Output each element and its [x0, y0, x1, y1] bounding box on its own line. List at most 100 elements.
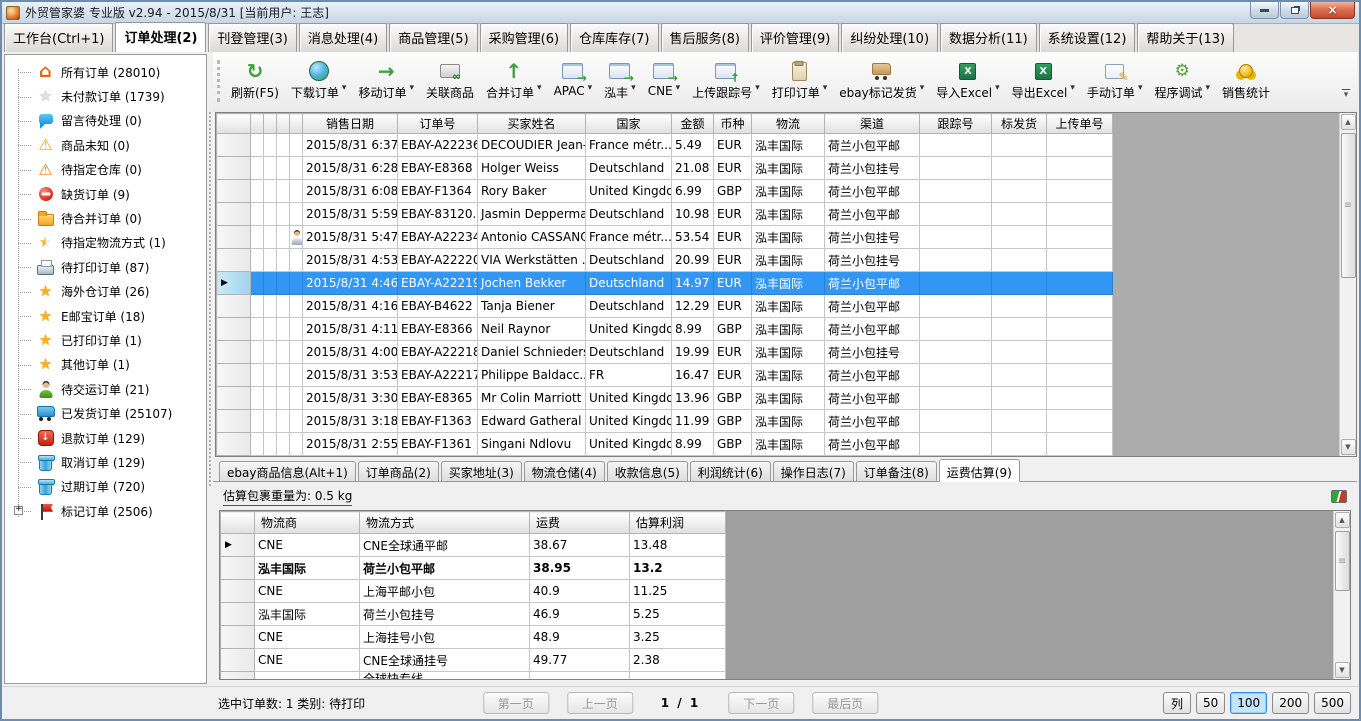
order-row[interactable]: 2015/8/31 6:28 EBAY-E8368 Holger Weiss D…: [217, 157, 1113, 180]
order-row[interactable]: 2015/8/31 6:08 EBAY-F1364 Rory Baker Uni…: [217, 180, 1113, 203]
order-row[interactable]: 2015/8/31 5:47 EBAY-A22234 Antonio CASSA…: [217, 226, 1113, 249]
row-selector-cell[interactable]: [217, 387, 251, 410]
toolbar-overflow-icon[interactable]: [1339, 86, 1353, 102]
page-size-button[interactable]: 100: [1230, 692, 1267, 714]
column-header[interactable]: 物流: [752, 114, 825, 134]
tab-order-processing[interactable]: 订单处理(2): [115, 22, 206, 52]
row-selector-cell[interactable]: [217, 203, 251, 226]
estimate-row[interactable]: CNE 上海平邮小包 40.9 11.25: [221, 580, 726, 603]
sidebar-item-pending-warehouse[interactable]: 待指定仓库 (0): [5, 158, 206, 182]
sidebar-item-printed-orders[interactable]: 已打印订单 (1): [5, 328, 206, 352]
sidebar-item-all-orders[interactable]: 所有订单 (28010): [5, 60, 206, 84]
tab-purchase-management[interactable]: 采购管理(6): [480, 23, 568, 52]
export-excel-button[interactable]: 导出Excel: [1006, 57, 1081, 103]
tab-workbench[interactable]: 工作台(Ctrl+1): [4, 23, 113, 52]
prev-page-button[interactable]: 上一页: [567, 692, 633, 714]
dropdown-arrow-icon[interactable]: [676, 84, 681, 93]
dropdown-arrow-icon[interactable]: [1070, 84, 1075, 93]
column-header[interactable]: 币种: [714, 114, 752, 134]
column-header[interactable]: 买家姓名: [478, 114, 586, 134]
order-row[interactable]: 2015/8/31 3:30 EBAY-E8365 Mr Colin Marri…: [217, 387, 1113, 410]
row-selector-cell[interactable]: [217, 364, 251, 387]
column-header[interactable]: 国家: [586, 114, 672, 134]
scroll-up-icon[interactable]: [1335, 512, 1350, 528]
sidebar-item-eub-orders[interactable]: E邮宝订单 (18): [5, 304, 206, 328]
sidebar-item-overseas-warehouse[interactable]: 海外仓订单 (26): [5, 280, 206, 304]
dropdown-arrow-icon[interactable]: [631, 84, 636, 93]
sidebar-item-refund-orders[interactable]: 退款订单 (129): [5, 426, 206, 450]
row-selector-cell[interactable]: [221, 603, 255, 626]
row-selector-cell[interactable]: [221, 649, 255, 672]
dropdown-arrow-icon[interactable]: [1138, 84, 1143, 93]
dropdown-arrow-icon[interactable]: [588, 84, 593, 93]
refresh-button[interactable]: 刷新(F5): [225, 57, 285, 103]
tab-feedback-management[interactable]: 评价管理(9): [751, 23, 839, 52]
cne-button[interactable]: CNE: [642, 57, 686, 100]
merge-orders-button[interactable]: 合并订单: [480, 57, 548, 103]
sidebar-item-pending-merge[interactable]: 待合并订单 (0): [5, 206, 206, 230]
row-selector-cell[interactable]: [221, 672, 255, 681]
sidebar-item-flagged-orders[interactable]: 标记订单 (2506): [5, 499, 206, 523]
sidebar-splitter[interactable]: [207, 52, 213, 686]
order-row[interactable]: 2015/8/31 3:53 EBAY-A22217 Philippe Bald…: [217, 364, 1113, 387]
order-row[interactable]: 2015/8/31 6:37 EBAY-A22236 DECOUDIER Jea…: [217, 134, 1113, 157]
upload-tracking-button[interactable]: 上传跟踪号: [686, 57, 766, 103]
sidebar-item-shipped-orders[interactable]: 已发货订单 (25107): [5, 401, 206, 425]
detail-tab-buyer-address[interactable]: 买家地址(3): [441, 461, 522, 481]
detail-tab-shipping-estimate[interactable]: 运费估算(9): [939, 459, 1020, 482]
tab-listing-management[interactable]: 刊登管理(3): [208, 23, 296, 52]
detail-tab-order-notes[interactable]: 订单备注(8): [856, 461, 937, 481]
column-header[interactable]: 标发货: [992, 114, 1047, 134]
scroll-up-icon[interactable]: [1341, 114, 1356, 130]
tab-product-management[interactable]: 商品管理(5): [389, 23, 477, 52]
detail-tab-order-items[interactable]: 订单商品(2): [358, 461, 439, 481]
order-row[interactable]: 2015/8/31 3:18 EBAY-F1363 Edward Gathera…: [217, 410, 1113, 433]
sidebar-item-out-of-stock[interactable]: 缺货订单 (9): [5, 182, 206, 206]
sidebar-item-unknown-product[interactable]: 商品未知 (0): [5, 133, 206, 157]
dropdown-arrow-icon[interactable]: [409, 84, 414, 93]
apac-button[interactable]: APAC: [548, 57, 599, 100]
download-orders-button[interactable]: 下载订单: [285, 57, 353, 103]
detail-tab-profit-stats[interactable]: 利润统计(6): [690, 461, 771, 481]
last-page-button[interactable]: 最后页: [812, 692, 878, 714]
row-selector-cell[interactable]: [217, 180, 251, 203]
detail-tab-logistics-warehouse[interactable]: 物流仓储(4): [524, 461, 605, 481]
page-size-button[interactable]: 500: [1314, 692, 1351, 714]
dropdown-arrow-icon[interactable]: [995, 84, 1000, 93]
column-header[interactable]: 销售日期: [303, 114, 398, 134]
estimate-row[interactable]: CNE CNE全球通挂号 49.77 2.38: [221, 649, 726, 672]
row-selector-cell[interactable]: [221, 626, 255, 649]
page-size-button[interactable]: 50: [1196, 692, 1225, 714]
link-products-button[interactable]: 关联商品: [420, 57, 480, 103]
column-header[interactable]: 渠道: [825, 114, 920, 134]
dropdown-arrow-icon[interactable]: [537, 84, 542, 93]
scroll-down-icon[interactable]: [1335, 662, 1350, 678]
scrollbar-thumb[interactable]: [1341, 133, 1356, 278]
order-row[interactable]: 2015/8/31 5:59 EBAY-83120... Jasmin Depp…: [217, 203, 1113, 226]
column-header[interactable]: 金额: [672, 114, 714, 134]
restore-button[interactable]: [1280, 2, 1309, 19]
order-row[interactable]: 2015/8/31 4:53 EBAY-A22220 VIA Werkstätt…: [217, 249, 1113, 272]
column-header[interactable]: 上传单号: [1047, 114, 1113, 134]
row-selector-cell[interactable]: [217, 226, 251, 249]
detail-tab-operation-log[interactable]: 操作日志(7): [773, 461, 854, 481]
column-header[interactable]: 物流方式: [360, 512, 530, 534]
column-header[interactable]: 运费: [530, 512, 630, 534]
column-header[interactable]: 估算利润: [630, 512, 726, 534]
sidebar-item-pending-messages[interactable]: 留言待处理 (0): [5, 109, 206, 133]
row-selector-cell[interactable]: [217, 433, 251, 456]
sales-stats-button[interactable]: 销售统计: [1216, 57, 1276, 103]
tree-expander-icon[interactable]: [14, 506, 23, 515]
row-selector-cell[interactable]: [221, 580, 255, 603]
row-selector-cell[interactable]: [221, 557, 255, 580]
manual-order-button[interactable]: 手动订单: [1081, 57, 1149, 103]
scroll-down-icon[interactable]: [1341, 439, 1356, 455]
order-row[interactable]: 2015/8/31 2:55 EBAY-F1361 Singani Ndlovu…: [217, 433, 1113, 456]
detail-tab-payment-info[interactable]: 收款信息(5): [607, 461, 688, 481]
row-selector-cell[interactable]: [217, 134, 251, 157]
estimate-row[interactable]: 全球快专线: [221, 672, 726, 681]
column-header[interactable]: 订单号: [398, 114, 478, 134]
row-selector-cell[interactable]: [221, 534, 255, 557]
row-selector-cell[interactable]: [217, 272, 251, 295]
order-row[interactable]: 2015/8/31 4:11 EBAY-E8366 Neil Raynor Un…: [217, 318, 1113, 341]
